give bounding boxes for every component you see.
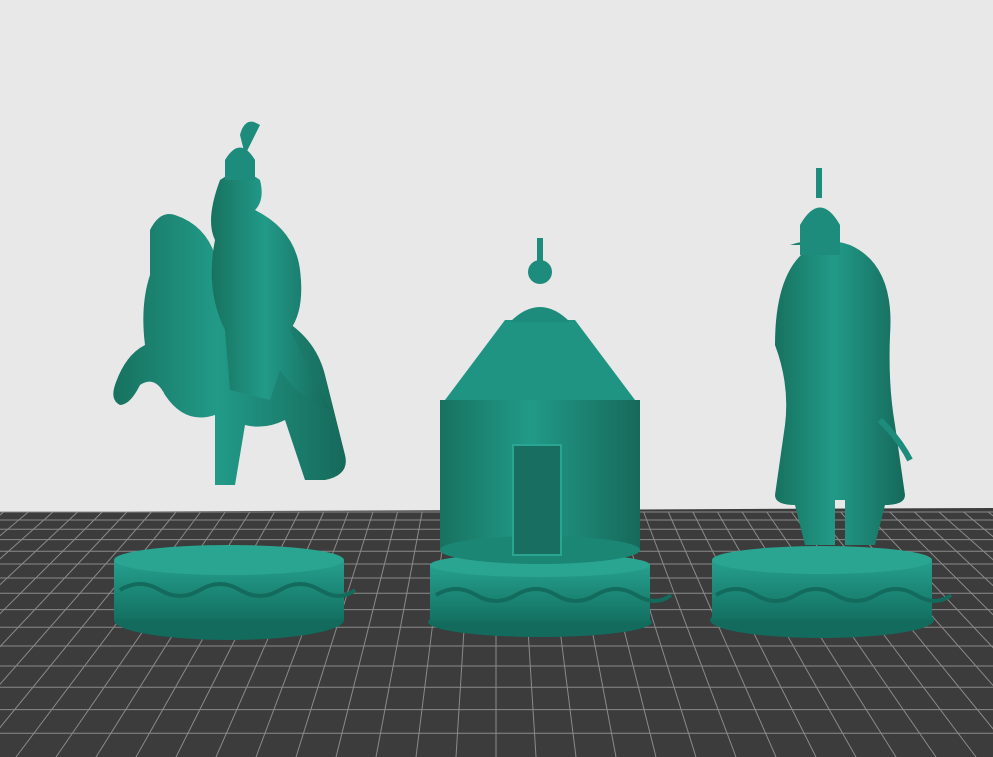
yurt-spire <box>537 238 543 262</box>
helmet-spike <box>816 168 822 198</box>
base-top <box>712 546 932 574</box>
yurt-finial <box>528 260 552 284</box>
yurt-door <box>512 444 562 556</box>
base-top <box>114 545 344 575</box>
scene-canvas[interactable] <box>0 0 993 757</box>
3d-viewport[interactable] <box>0 0 993 757</box>
warrior-body <box>775 240 905 545</box>
